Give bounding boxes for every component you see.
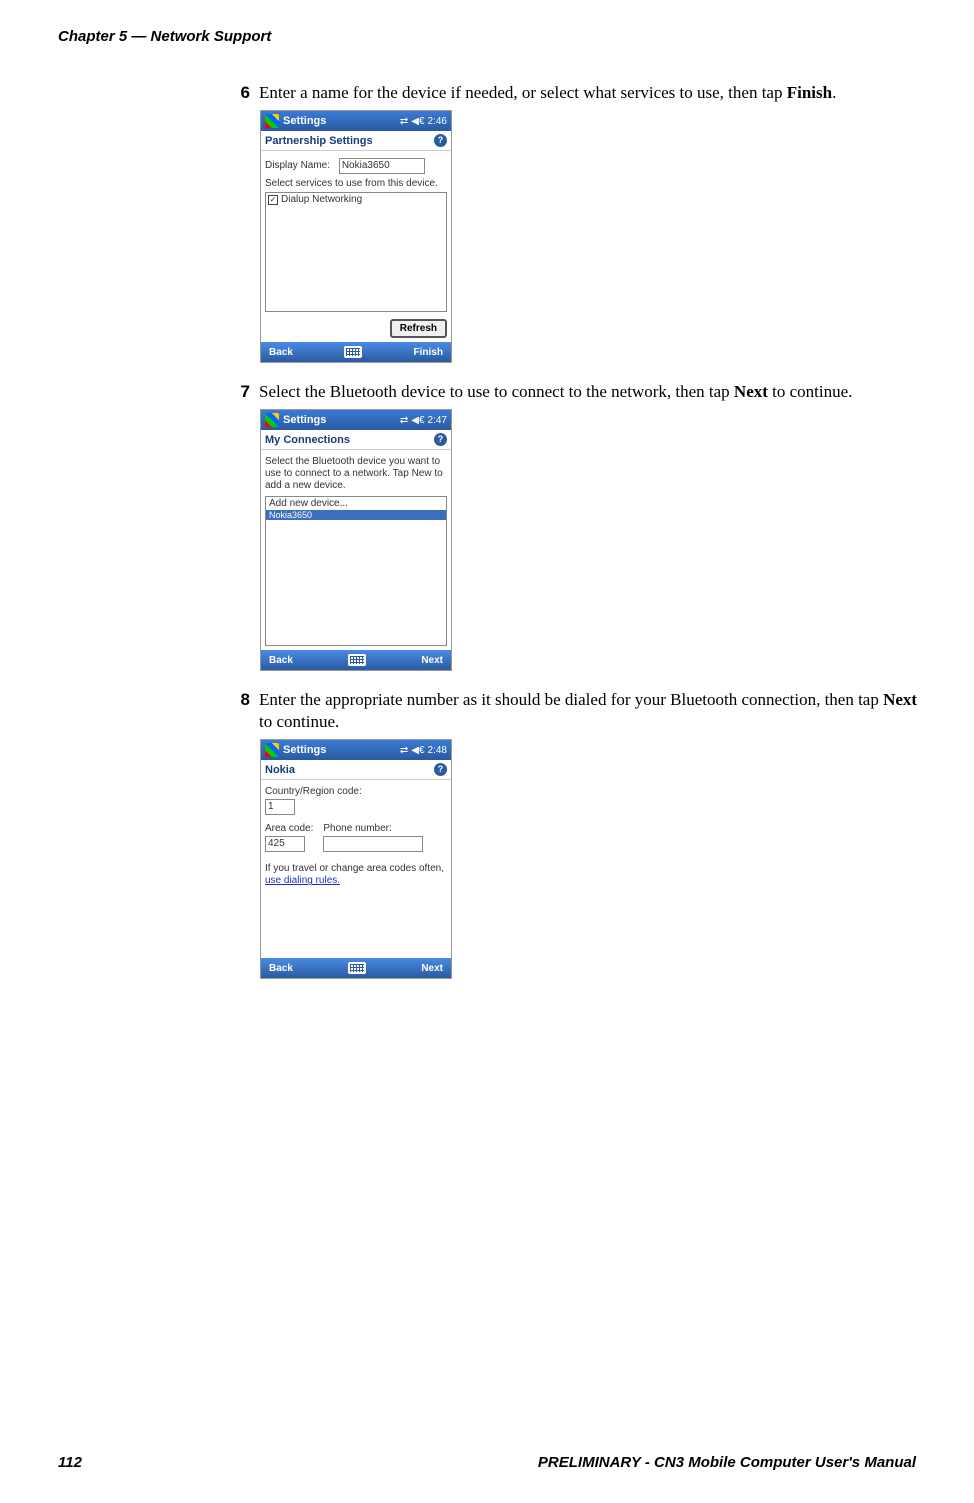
softkey-bar: Back Next xyxy=(261,650,451,670)
status-area: ⇄ ◀€ 2:47 xyxy=(400,415,447,426)
phone-number-label: Phone number: xyxy=(323,823,447,834)
subtitle-text: Nokia xyxy=(265,764,295,776)
refresh-row: Refresh xyxy=(261,316,451,342)
keyboard-icon[interactable] xyxy=(344,346,362,358)
connectivity-icon[interactable]: ⇄ xyxy=(400,745,408,756)
app-title: Settings xyxy=(283,414,400,426)
app-title: Settings xyxy=(283,115,400,127)
add-new-device-item[interactable]: Add new device... xyxy=(266,497,446,510)
step-number: 8 xyxy=(230,689,250,710)
step-6: 6 Enter a name for the device if needed,… xyxy=(230,82,930,363)
step-text-a: Select the Bluetooth device to use to co… xyxy=(259,382,734,401)
screen-subtitle: My Connections ? xyxy=(261,430,451,450)
screen-subtitle: Nokia ? xyxy=(261,760,451,780)
volume-icon[interactable]: ◀€ xyxy=(411,745,424,756)
help-icon[interactable]: ? xyxy=(434,763,447,776)
step-text-bold: Finish xyxy=(787,83,832,102)
phone-number-input[interactable] xyxy=(323,836,423,852)
country-code-label: Country/Region code: xyxy=(265,786,447,797)
dialing-tip-text: If you travel or change area codes often… xyxy=(265,863,444,874)
start-icon[interactable] xyxy=(265,743,279,757)
help-icon[interactable]: ? xyxy=(434,433,447,446)
keyboard-icon[interactable] xyxy=(348,654,366,666)
step-8: 8 Enter the appropriate number as it sho… xyxy=(230,689,930,979)
main-content: 6 Enter a name for the device if needed,… xyxy=(230,82,930,997)
help-icon[interactable]: ? xyxy=(434,134,447,147)
page-number: 112 xyxy=(58,1454,82,1471)
finish-button[interactable]: Finish xyxy=(414,347,443,358)
status-area: ⇄ ◀€ 2:46 xyxy=(400,116,447,127)
clock: 2:46 xyxy=(428,116,447,127)
next-button[interactable]: Next xyxy=(421,655,443,666)
back-button[interactable]: Back xyxy=(269,347,293,358)
step-text-c: to continue. xyxy=(768,382,853,401)
manual-title-footer: PRELIMINARY - CN3 Mobile Computer User's… xyxy=(538,1454,916,1471)
step-text-bold: Next xyxy=(883,690,917,709)
area-code-label: Area code: xyxy=(265,823,313,834)
start-icon[interactable] xyxy=(265,413,279,427)
titlebar: Settings ⇄ ◀€ 2:47 xyxy=(261,410,451,430)
service-label: Dialup Networking xyxy=(281,194,362,205)
screenshot-phone-number: Settings ⇄ ◀€ 2:48 Nokia ? Country/Regio… xyxy=(260,739,452,979)
subtitle-text: My Connections xyxy=(265,434,350,446)
step-number: 7 xyxy=(230,381,250,402)
back-button[interactable]: Back xyxy=(269,963,293,974)
step-text-c: . xyxy=(832,83,836,102)
area-code-input[interactable]: 425 xyxy=(265,836,305,852)
screenshot-partnership-settings: Settings ⇄ ◀€ 2:46 Partnership Settings … xyxy=(260,110,452,363)
clock: 2:48 xyxy=(428,745,447,756)
back-button[interactable]: Back xyxy=(269,655,293,666)
instructions-text: Select the Bluetooth device you want to … xyxy=(265,456,447,492)
dialing-rules-link[interactable]: use dialing rules. xyxy=(265,875,340,886)
screen-body: Display Name: Nokia3650 Select services … xyxy=(261,151,451,316)
step-number: 6 xyxy=(230,82,250,103)
softkey-bar: Back Finish xyxy=(261,342,451,362)
device-listbox[interactable]: Add new device... Nokia3650 xyxy=(265,496,447,646)
keyboard-icon[interactable] xyxy=(348,962,366,974)
country-code-input[interactable]: 1 xyxy=(265,799,295,815)
step-text-a: Enter a name for the device if needed, o… xyxy=(259,83,787,102)
step-7: 7 Select the Bluetooth device to use to … xyxy=(230,381,930,671)
screenshot-my-connections: Settings ⇄ ◀€ 2:47 My Connections ? Sele… xyxy=(260,409,452,671)
step-text: Enter a name for the device if needed, o… xyxy=(250,82,930,104)
volume-icon[interactable]: ◀€ xyxy=(411,415,424,426)
status-area: ⇄ ◀€ 2:48 xyxy=(400,745,447,756)
services-label: Select services to use from this device. xyxy=(265,178,447,189)
checkbox-icon[interactable]: ✓ xyxy=(268,195,278,205)
next-button[interactable]: Next xyxy=(421,963,443,974)
device-item-selected[interactable]: Nokia3650 xyxy=(266,510,446,520)
display-name-input[interactable]: Nokia3650 xyxy=(339,158,425,174)
subtitle-text: Partnership Settings xyxy=(265,135,373,147)
softkey-bar: Back Next xyxy=(261,958,451,978)
titlebar: Settings ⇄ ◀€ 2:48 xyxy=(261,740,451,760)
app-title: Settings xyxy=(283,744,400,756)
connectivity-icon[interactable]: ⇄ xyxy=(400,415,408,426)
chapter-header: Chapter 5 — Network Support xyxy=(58,28,271,45)
screen-body: Select the Bluetooth device you want to … xyxy=(261,450,451,650)
step-text-c: to continue. xyxy=(259,712,339,731)
refresh-button[interactable]: Refresh xyxy=(390,319,447,338)
connectivity-icon[interactable]: ⇄ xyxy=(400,116,408,127)
service-item-dialup[interactable]: ✓ Dialup Networking xyxy=(266,193,446,206)
start-icon[interactable] xyxy=(265,114,279,128)
step-text: Enter the appropriate number as it shoul… xyxy=(250,689,930,733)
step-text-bold: Next xyxy=(734,382,768,401)
services-listbox[interactable]: ✓ Dialup Networking xyxy=(265,192,447,312)
clock: 2:47 xyxy=(428,415,447,426)
display-name-label: Display Name: xyxy=(265,160,330,171)
step-text: Select the Bluetooth device to use to co… xyxy=(250,381,930,403)
step-text-a: Enter the appropriate number as it shoul… xyxy=(259,690,883,709)
titlebar: Settings ⇄ ◀€ 2:46 xyxy=(261,111,451,131)
screen-subtitle: Partnership Settings ? xyxy=(261,131,451,151)
volume-icon[interactable]: ◀€ xyxy=(411,116,424,127)
screen-body: Country/Region code: 1 Area code: 425 Ph… xyxy=(261,780,451,958)
